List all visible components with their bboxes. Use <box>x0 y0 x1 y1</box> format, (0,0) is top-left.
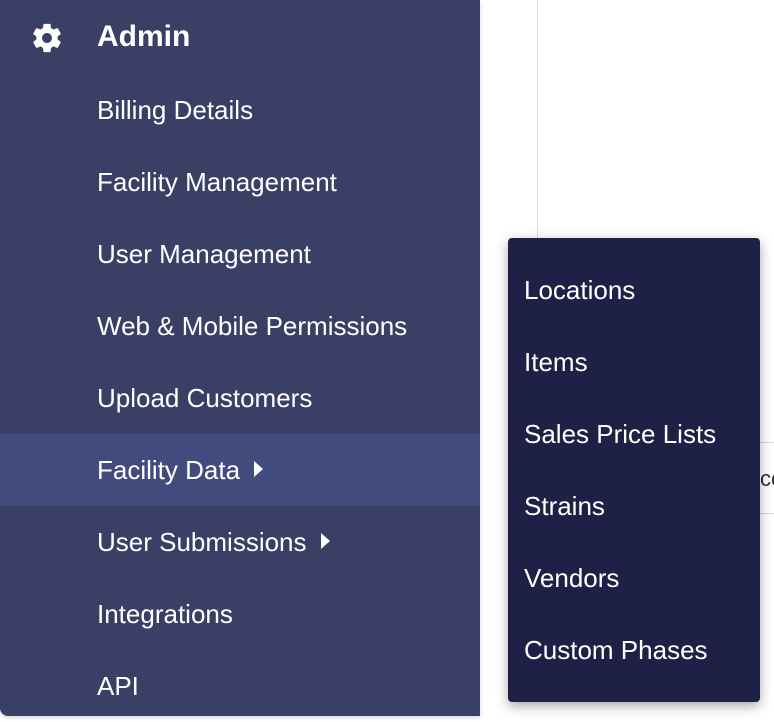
sidebar-item-label: Billing Details <box>97 95 253 125</box>
caret-right-icon <box>321 533 330 549</box>
submenu-item-label: Items <box>524 347 588 377</box>
submenu-item-strains[interactable]: Strains <box>508 454 760 526</box>
sidebar-item-web-mobile-permissions[interactable]: Web & Mobile Permissions <box>0 290 480 362</box>
submenu-item-label: Sales Price Lists <box>524 419 716 449</box>
sidebar-item-api[interactable]: API <box>0 650 480 722</box>
submenu-item-items[interactable]: Items <box>508 310 760 382</box>
sidebar-item-integrations[interactable]: Integrations <box>0 578 480 650</box>
background-row-text: co <box>760 466 774 492</box>
background-divider <box>537 0 538 245</box>
submenu-item-vendors[interactable]: Vendors <box>508 526 760 598</box>
sidebar-item-label: Facility Data <box>97 455 263 485</box>
sidebar-item-billing-details[interactable]: Billing Details <box>0 74 480 146</box>
submenu-item-locations[interactable]: Locations <box>508 238 760 310</box>
sidebar-item-label: User Submissions <box>97 527 330 557</box>
sidebar-item-label: Web & Mobile Permissions <box>97 311 407 341</box>
sidebar-item-label: Upload Customers <box>97 383 312 413</box>
sidebar-item-facility-management[interactable]: Facility Management <box>0 146 480 218</box>
submenu-item-label: Custom Phases <box>524 635 708 665</box>
sidebar-item-label: Facility Management <box>97 167 337 197</box>
submenu-item-label: Vendors <box>524 563 619 593</box>
sidebar-item-user-submissions[interactable]: User Submissions <box>0 506 480 578</box>
caret-right-icon <box>254 461 263 477</box>
sidebar-item-label: User Management <box>97 239 311 269</box>
admin-title: Admin <box>97 18 190 56</box>
admin-sidebar-menu: Admin Billing Details Facility Managemen… <box>0 0 480 716</box>
sidebar-item-facility-data[interactable]: Facility Data <box>0 434 480 506</box>
sidebar-header[interactable]: Admin <box>0 0 480 74</box>
sidebar-item-upload-customers[interactable]: Upload Customers <box>0 362 480 434</box>
sidebar-item-user-management[interactable]: User Management <box>0 218 480 290</box>
submenu-item-label: Strains <box>524 491 605 521</box>
submenu-item-custom-phases[interactable]: Custom Phases <box>508 598 760 670</box>
facility-data-submenu: Locations Items Sales Price Lists Strain… <box>508 238 760 702</box>
sidebar-item-label: API <box>97 671 139 701</box>
submenu-item-sales-price-lists[interactable]: Sales Price Lists <box>508 382 760 454</box>
gear-icon <box>30 21 64 55</box>
sidebar-item-label: Integrations <box>97 599 233 629</box>
submenu-item-label: Locations <box>524 275 635 305</box>
